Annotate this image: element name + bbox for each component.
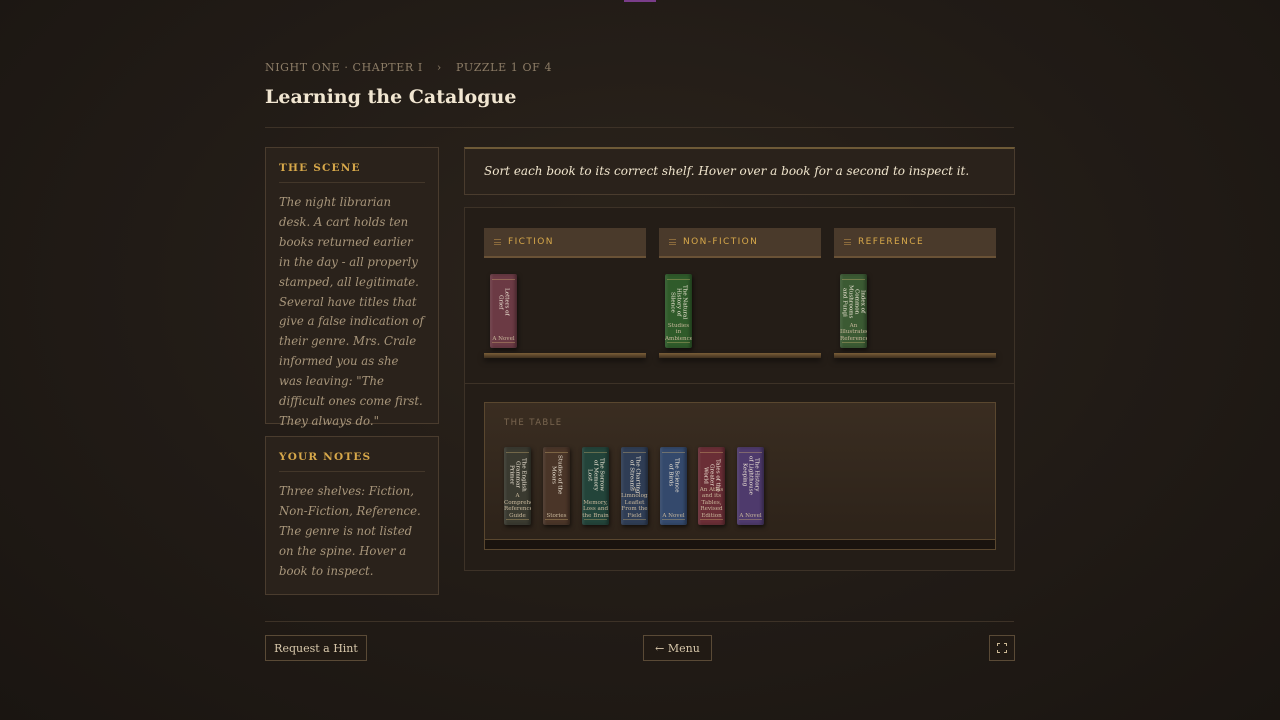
shelf-header-non-fiction: NON-FICTION — [659, 228, 821, 258]
book-english-grammar-primer[interactable]: The English Grammar Primer A Comprehensi… — [504, 447, 531, 525]
menu-button[interactable]: ← Menu — [643, 635, 712, 661]
breadcrumb-puzzle: PUZZLE 1 OF 4 — [456, 61, 553, 74]
book-subtitle: Stories — [546, 512, 567, 519]
shelf-label-non-fiction: NON-FICTION — [683, 237, 759, 247]
notes-card: YOUR NOTES Three shelves: Fiction, Non-F… — [265, 436, 439, 595]
book-natural-history-of-silence[interactable]: The Natural History of Silence Studies i… — [665, 274, 692, 348]
book-subtitle: A Limnologist's Leaflet From the Field — [621, 486, 648, 519]
table-area[interactable]: THE TABLE The English Grammar Primer A C… — [484, 402, 996, 550]
book-subtitle: Memory, Loss and the Brain — [582, 499, 609, 519]
shelf-fiction[interactable]: FICTION Letters of Grief A Novel — [484, 228, 646, 360]
shelf-plank — [834, 353, 996, 358]
book-subtitle: A Novel — [739, 512, 762, 519]
shelf-header-reference: REFERENCE — [834, 228, 996, 258]
book-title: Studies of the Moors — [550, 455, 563, 495]
expand-icon — [997, 643, 1007, 653]
breadcrumb: NIGHT ONE · CHAPTER I › PUZZLE 1 OF 4 — [265, 61, 552, 74]
table-edge — [485, 539, 995, 549]
breadcrumb-chapter: NIGHT ONE · CHAPTER I — [265, 61, 423, 74]
board-divider — [465, 383, 1014, 384]
lines-icon — [669, 239, 676, 245]
book-subtitle: A Novel — [662, 512, 685, 519]
lines-icon — [844, 239, 851, 245]
book-title: The Sorrow of Memory Lost — [586, 458, 605, 492]
book-title: Letters of Grief — [497, 288, 510, 316]
header-divider — [265, 127, 1014, 128]
book-subtitle: Studies in Ambience — [665, 322, 692, 342]
scene-text: The night librarian desk. A cart holds t… — [279, 195, 424, 428]
shelf-reference[interactable]: REFERENCE Index of Common Mushrooms and … — [834, 228, 996, 360]
shelf-label-fiction: FICTION — [508, 237, 554, 247]
book-title: The English Grammar Primer — [508, 458, 527, 492]
book-tales-of-the-greater-world[interactable]: Tales of the Greater World An Atlas and … — [698, 447, 725, 525]
book-title: The Science of Birds — [667, 457, 680, 493]
scene-heading: THE SCENE — [279, 162, 425, 183]
table-label: THE TABLE — [504, 418, 563, 428]
lines-icon — [494, 239, 501, 245]
book-subtitle: An Atlas and its Tables, Revised Edition — [699, 486, 724, 519]
puzzle-board: FICTION Letters of Grief A Novel NON-FIC… — [464, 207, 1015, 571]
notes-heading: YOUR NOTES — [279, 451, 425, 472]
book-science-of-birds[interactable]: The Science of Birds A Novel — [660, 447, 687, 525]
scene-card: THE SCENE The night librarian desk. A ca… — [265, 147, 439, 428]
shelf-plank — [659, 353, 821, 358]
top-accent-bar — [624, 0, 656, 2]
book-studies-of-the-moors[interactable]: Studies of the Moors Stories — [543, 447, 570, 525]
shelf-plank — [484, 353, 646, 358]
notes-text: Three shelves: Fiction, Non-Fiction, Ref… — [279, 484, 421, 578]
book-charting-of-streams[interactable]: The Charting of Streams A Limnologist's … — [621, 447, 648, 525]
book-title: The Natural History of Silence — [669, 284, 688, 320]
footer-divider — [265, 621, 1014, 622]
book-subtitle: An Illustrated Reference — [840, 322, 867, 342]
book-history-of-lighthouse-keeping[interactable]: The History of Lighthouse Keeping A Nove… — [737, 447, 764, 525]
book-title: The History of Lighthouse Keeping — [741, 455, 760, 495]
book-subtitle: A Novel — [492, 335, 515, 342]
instructions-banner: Sort each book to its correct shelf. Hov… — [464, 147, 1015, 195]
page-title: Learning the Catalogue — [265, 86, 517, 108]
book-letters-of-grief[interactable]: Letters of Grief A Novel — [490, 274, 517, 348]
book-title: Index of Common Mushrooms and Fungi — [841, 285, 866, 319]
breadcrumb-separator: › — [436, 61, 442, 74]
shelf-label-reference: REFERENCE — [858, 237, 925, 247]
hint-button[interactable]: Request a Hint — [265, 635, 367, 661]
book-index-of-mushrooms[interactable]: Index of Common Mushrooms and Fungi An I… — [840, 274, 867, 348]
book-sorrow-of-memory-lost[interactable]: The Sorrow of Memory Lost Memory, Loss a… — [582, 447, 609, 525]
shelf-non-fiction[interactable]: NON-FICTION The Natural History of Silen… — [659, 228, 821, 360]
shelf-header-fiction: FICTION — [484, 228, 646, 258]
fullscreen-button[interactable] — [989, 635, 1015, 661]
book-subtitle: A Comprehensive Reference Guide — [504, 493, 531, 519]
